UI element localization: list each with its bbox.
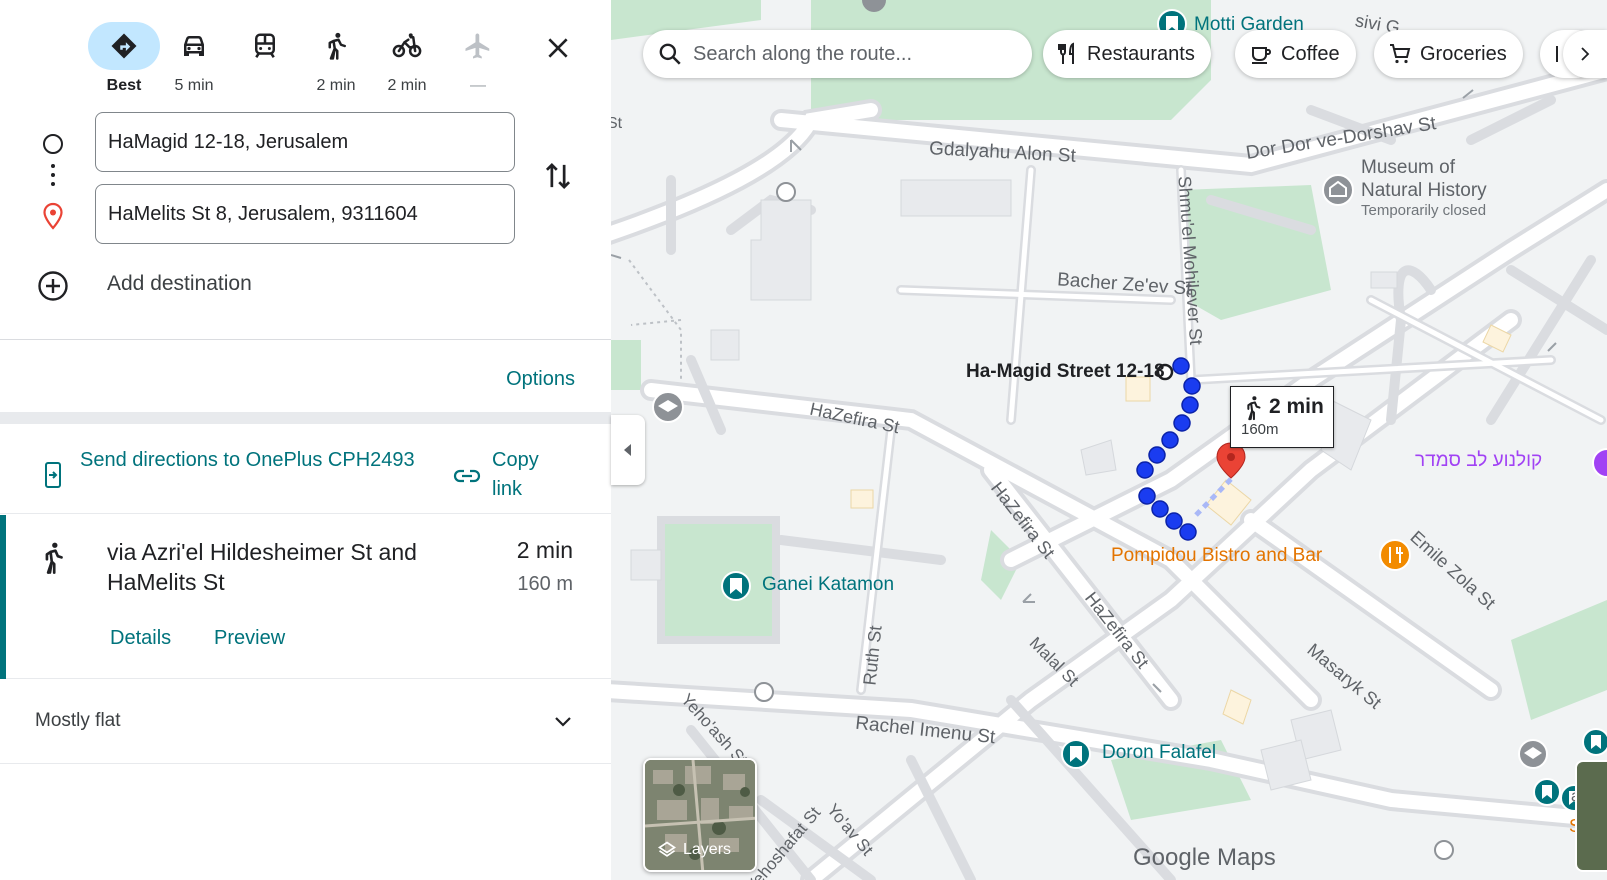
street-view-thumbnail[interactable] [1575,760,1607,872]
layers-label: Layers [683,841,732,858]
close-icon [548,38,568,58]
mode-flights-pill [442,22,514,70]
mode-best-label: Best [106,77,142,94]
bubble-distance: 160m [1241,421,1279,438]
caret-left-icon [624,444,631,456]
mode-driving-pill [158,22,230,70]
poi-label-cinema[interactable]: קולנוע לב סמדר [1415,450,1542,472]
chevron-down-icon[interactable] [551,710,575,734]
fork-knife-icon [1058,42,1074,64]
destination-field[interactable] [95,184,515,244]
mode-flights[interactable]: — [442,22,514,96]
poi-status-museum: Temporarily closed [1361,202,1487,219]
car-icon [184,36,204,56]
mode-transit-label [229,76,301,96]
poi-label-doron-falafel[interactable]: Doron Falafel [1102,742,1216,764]
bubble-duration: 2 min [1269,395,1324,418]
cart-icon [1390,44,1411,64]
origin-marker-icon [43,134,63,154]
google-maps-logo: Google Maps [1133,844,1276,871]
route-details-button[interactable]: Details [110,627,171,650]
swap-icon [545,163,571,189]
destination-pin-icon [43,202,63,230]
elevation-label: Mostly flat [35,710,121,731]
mode-driving-label: 5 min [174,77,214,94]
bike-icon [392,33,422,58]
chip-restaurants[interactable]: Restaurants [1043,30,1211,78]
send-directions-button[interactable]: Send directions to OnePlus CPH2493 [80,446,420,475]
app-root: Best 5 min 2 min 2 min — HaMagid 12-18, … [0,0,1607,880]
options-button[interactable]: Options [506,368,575,391]
route-preview-button[interactable]: Preview [214,627,285,650]
send-to-device-icon [45,462,61,488]
add-destination-button[interactable]: Add destination [107,272,252,296]
route-option-card[interactable]: via Azri'el Hildesheimer St and HaMelits… [0,515,611,679]
copy-link-button[interactable]: Copy link [492,446,572,504]
route-distance: 160 m [517,573,573,595]
route-time-bubble[interactable]: 2 min 160m [1230,386,1334,448]
train-icon [255,33,275,58]
plane-icon [465,33,490,59]
street-label: St [611,115,623,132]
mode-transit[interactable] [229,22,301,96]
chevron-right-icon [1581,47,1590,61]
chip-groceries[interactable]: Groceries [1374,30,1523,78]
directions-icon [111,33,137,59]
mode-walking[interactable]: 2 min [300,22,372,96]
mode-walking-pill [300,22,372,70]
origin-input[interactable] [108,130,502,154]
directions-header: Best 5 min 2 min 2 min — HaMagid 12-18, … [0,0,611,340]
route-dots-icon [51,164,55,190]
link-icon [453,469,481,483]
route-duration: 2 min [516,537,573,563]
mode-flights-label: — [470,77,486,94]
add-destination-icon[interactable] [37,270,69,302]
layers-icon [657,841,677,857]
walk-icon [328,32,346,60]
origin-map-label: Ha-Magid Street 12-18 [966,361,1165,382]
chip-coffee-label: Coffee [1281,42,1340,65]
search-icon [659,43,681,65]
mode-transit-pill [229,22,301,70]
directions-panel: Best 5 min 2 min 2 min — HaMagid 12-18, … [0,0,611,880]
chip-coffee[interactable]: Coffee [1235,30,1356,78]
selected-route-accent [0,515,6,679]
share-row: Send directions to OnePlus CPH2493 Copy … [0,436,611,514]
mode-walking-label: 2 min [316,77,356,94]
mode-cycling-label: 2 min [387,77,427,94]
layers-button[interactable]: Layers [643,758,757,872]
coffee-icon [1252,47,1272,64]
poi-label-pompidou[interactable]: Pompidou Bistro and Bar [1111,545,1322,567]
destination-input[interactable] [108,202,502,226]
origin-field[interactable] [95,112,515,172]
search-input[interactable] [693,42,1013,66]
options-row: Options [0,340,611,424]
layers-label-row: Layers [657,840,731,860]
poi-label-museum[interactable]: Museum of Natural History [1361,156,1511,202]
mode-cycling[interactable]: 2 min [371,22,443,96]
mode-cycling-pill [371,22,443,70]
chips-scroll-right-button[interactable] [1563,30,1607,78]
search-along-route[interactable] [643,30,1032,78]
mode-driving[interactable]: 5 min [158,22,230,96]
mode-best-pill [88,22,160,70]
elevation-row[interactable]: Mostly flat [0,680,611,764]
mode-best[interactable]: Best [88,22,160,96]
route-via-text: via Azri'el Hildesheimer St and HaMelits… [107,539,417,595]
chip-groceries-label: Groceries [1420,42,1507,65]
walk-icon [1247,396,1261,421]
swap-origin-destination-button[interactable] [538,156,578,196]
collapse-panel-button[interactable] [611,415,645,485]
chip-restaurants-label: Restaurants [1087,42,1195,65]
close-directions-button[interactable] [538,28,578,68]
poi-label-ganei-katamon[interactable]: Ganei Katamon [762,574,894,596]
map-canvas[interactable]: Gdalyahu Alon St Dor Dor ve-Dorshav St B… [611,0,1607,880]
walk-icon [45,542,63,574]
